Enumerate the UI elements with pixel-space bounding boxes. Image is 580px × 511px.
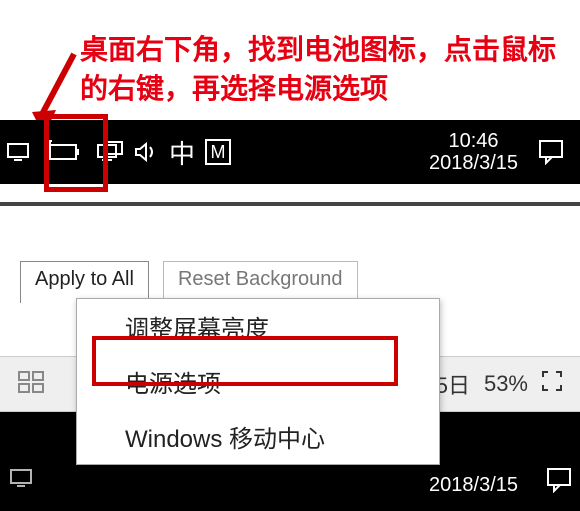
monitor-icon[interactable]	[0, 120, 36, 184]
battery-icon[interactable]	[36, 120, 92, 184]
monitor-icon[interactable]	[10, 468, 32, 493]
ime-mode-icon[interactable]: M	[200, 120, 236, 184]
action-center-icon[interactable]	[538, 467, 580, 511]
menu-item-mobility-center[interactable]: Windows 移动中心	[77, 409, 439, 464]
battery-context-menu: 调整屏幕亮度 电源选项 Windows 移动中心	[76, 298, 440, 465]
instruction-annotation: 桌面右下角，找到电池图标，点击鼠标的右键，再选择电源选项	[80, 30, 560, 108]
zoom-level: 53%	[484, 371, 528, 397]
reset-background-button[interactable]: Reset Background	[163, 261, 358, 303]
clock[interactable]: 10:46 2018/3/15	[429, 130, 518, 174]
apply-to-all-button[interactable]: Apply to All	[20, 261, 149, 303]
project-icon[interactable]	[92, 120, 128, 184]
taskbar: 中 M 10:46 2018/3/15	[0, 120, 580, 184]
time-text: 10:46	[429, 130, 518, 152]
fullscreen-icon[interactable]	[542, 371, 562, 397]
grid-view-icon[interactable]	[18, 371, 44, 398]
menu-item-brightness[interactable]: 调整屏幕亮度	[77, 299, 439, 354]
action-center-icon[interactable]	[530, 139, 572, 165]
date-text[interactable]: 2018/3/15	[429, 474, 518, 511]
volume-icon[interactable]	[128, 120, 164, 184]
date-fragment: 5日	[436, 368, 470, 400]
menu-item-power-options[interactable]: 电源选项	[77, 354, 439, 409]
ime-chinese-icon[interactable]: 中	[164, 120, 200, 184]
date-text: 2018/3/15	[429, 152, 518, 174]
